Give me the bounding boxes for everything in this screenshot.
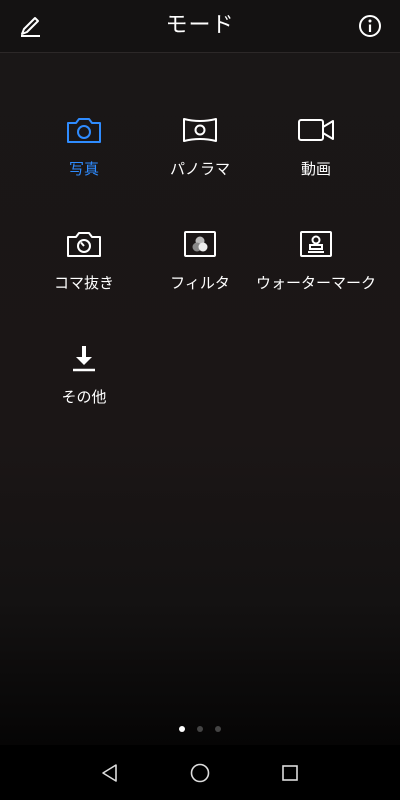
mode-panorama[interactable]: パノラマ [142, 110, 258, 190]
mode-label: その他 [61, 388, 107, 406]
page-dot [215, 726, 221, 732]
mode-more[interactable]: その他 [26, 338, 142, 418]
mode-label: ウォーターマーク [256, 274, 377, 292]
panorama-icon [183, 118, 217, 142]
mode-video[interactable]: 動画 [258, 110, 374, 190]
home-icon[interactable] [188, 761, 212, 785]
camera-icon [67, 118, 101, 143]
mode-grid: 写真 パノラマ 動画 コマ抜き フィルタ ウォーターマーク その他 [26, 110, 377, 418]
page-title: モード [165, 13, 235, 38]
info-icon[interactable] [356, 12, 384, 40]
recents-icon[interactable] [278, 761, 302, 785]
mode-filter[interactable]: フィルタ [142, 224, 258, 304]
page-dot-active [179, 726, 185, 732]
filter-icon [184, 231, 216, 257]
system-nav-bar [0, 745, 400, 800]
mode-label: 動画 [300, 160, 331, 178]
watermark-icon [300, 231, 332, 257]
timelapse-icon [67, 232, 101, 257]
mode-photo[interactable]: 写真 [26, 110, 142, 190]
download-icon [73, 346, 95, 372]
mode-label: コマ抜き [53, 274, 114, 292]
page-dot [197, 726, 203, 732]
top-bar: モード [0, 0, 400, 53]
page-indicator [0, 726, 400, 732]
mode-label: フィルタ [170, 274, 230, 292]
video-camera-icon [298, 119, 334, 141]
mode-label: パノラマ [169, 160, 230, 178]
back-icon[interactable] [98, 761, 122, 785]
mode-timelapse[interactable]: コマ抜き [26, 224, 142, 304]
mode-watermark[interactable]: ウォーターマーク [256, 224, 377, 304]
mode-label: 写真 [68, 160, 99, 178]
